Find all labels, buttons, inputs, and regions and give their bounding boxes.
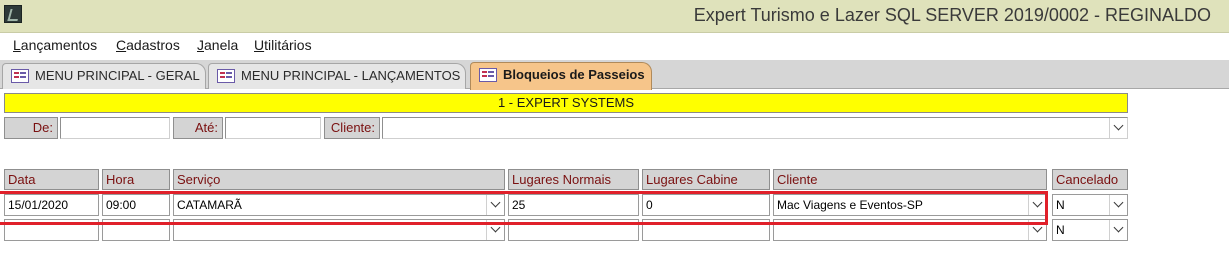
company-banner: 1 - EXPERT SYSTEMS <box>4 93 1128 113</box>
form-icon <box>479 68 497 82</box>
chevron-down-icon[interactable] <box>1028 195 1046 215</box>
cell-servico[interactable]: CATAMARÃ <box>173 194 505 216</box>
menu-lancamentos[interactable]: Lançamentos <box>13 37 97 53</box>
column-header-cancelado: Cancelado <box>1052 169 1128 190</box>
cell-cancelado[interactable]: N <box>1052 194 1128 216</box>
chevron-down-icon[interactable] <box>1109 220 1127 240</box>
cell-data[interactable]: 15/01/2020 <box>4 194 99 216</box>
form-icon <box>11 69 29 83</box>
filter-cliente-combo[interactable] <box>382 117 1128 139</box>
cell-hora[interactable] <box>102 219 170 241</box>
menu-bar: Lançamentos Cadastros Janela Utilitários <box>0 34 1229 60</box>
filter-cliente-label: Cliente: <box>324 117 380 139</box>
filter-de-label: De: <box>4 117 58 139</box>
document-tab-strip: MENU PRINCIPAL - GERAL MENU PRINCIPAL - … <box>0 60 1229 90</box>
cell-cliente[interactable] <box>773 219 1047 241</box>
cell-cancelado-value: N <box>1056 198 1065 212</box>
filter-ate-label: Até: <box>173 117 223 139</box>
app-logo-icon[interactable] <box>4 5 22 23</box>
chevron-down-icon[interactable] <box>486 195 504 215</box>
cell-cliente[interactable]: Mac Viagens e Eventos-SP <box>773 194 1047 216</box>
cell-lugares-cabine[interactable]: 0 <box>642 194 770 216</box>
cell-lugares-cabine[interactable] <box>642 219 770 241</box>
filter-ate-input[interactable] <box>225 117 321 139</box>
cell-lugares-normais[interactable]: 25 <box>508 194 639 216</box>
cell-lugares-normais[interactable] <box>508 219 639 241</box>
cell-servico-value: CATAMARÃ <box>177 198 242 212</box>
tab-label: MENU PRINCIPAL - GERAL <box>35 68 200 83</box>
cell-hora[interactable]: 09:00 <box>102 194 170 216</box>
column-header-data: Data <box>4 169 99 190</box>
form-icon <box>217 69 235 83</box>
tab-bloqueios-de-passeios[interactable]: Bloqueios de Passeios <box>470 62 652 90</box>
filter-de-input[interactable] <box>60 117 170 139</box>
menu-utilitarios[interactable]: Utilitários <box>254 37 312 53</box>
column-header-hora: Hora <box>102 169 170 190</box>
title-bar: Expert Turismo e Lazer SQL SERVER 2019/0… <box>0 0 1229 33</box>
tab-label: MENU PRINCIPAL - LANÇAMENTOS <box>241 68 461 83</box>
window-title: Expert Turismo e Lazer SQL SERVER 2019/0… <box>693 5 1211 25</box>
menu-cadastros[interactable]: Cadastros <box>116 37 180 53</box>
chevron-down-icon[interactable] <box>486 220 504 240</box>
column-header-cliente: Cliente <box>773 169 1047 190</box>
tab-label: Bloqueios de Passeios <box>503 67 645 82</box>
app-window: Expert Turismo e Lazer SQL SERVER 2019/0… <box>0 0 1229 260</box>
tab-menu-principal-lancamentos[interactable]: MENU PRINCIPAL - LANÇAMENTOS <box>208 63 466 89</box>
tab-menu-principal-geral[interactable]: MENU PRINCIPAL - GERAL <box>2 63 206 89</box>
chevron-down-icon[interactable] <box>1109 118 1127 138</box>
cell-servico[interactable] <box>173 219 505 241</box>
cell-data[interactable] <box>4 219 99 241</box>
column-header-servico: Serviço <box>173 169 505 190</box>
chevron-down-icon[interactable] <box>1028 220 1046 240</box>
menu-janela[interactable]: Janela <box>197 37 238 53</box>
chevron-down-icon[interactable] <box>1109 195 1127 215</box>
cell-cancelado[interactable]: N <box>1052 219 1128 241</box>
column-header-lugares-cabine: Lugares Cabine <box>642 169 770 190</box>
cell-cancelado-value: N <box>1056 223 1065 237</box>
column-header-lugares-normais: Lugares Normais <box>508 169 639 190</box>
cell-cliente-value: Mac Viagens e Eventos-SP <box>777 198 923 212</box>
